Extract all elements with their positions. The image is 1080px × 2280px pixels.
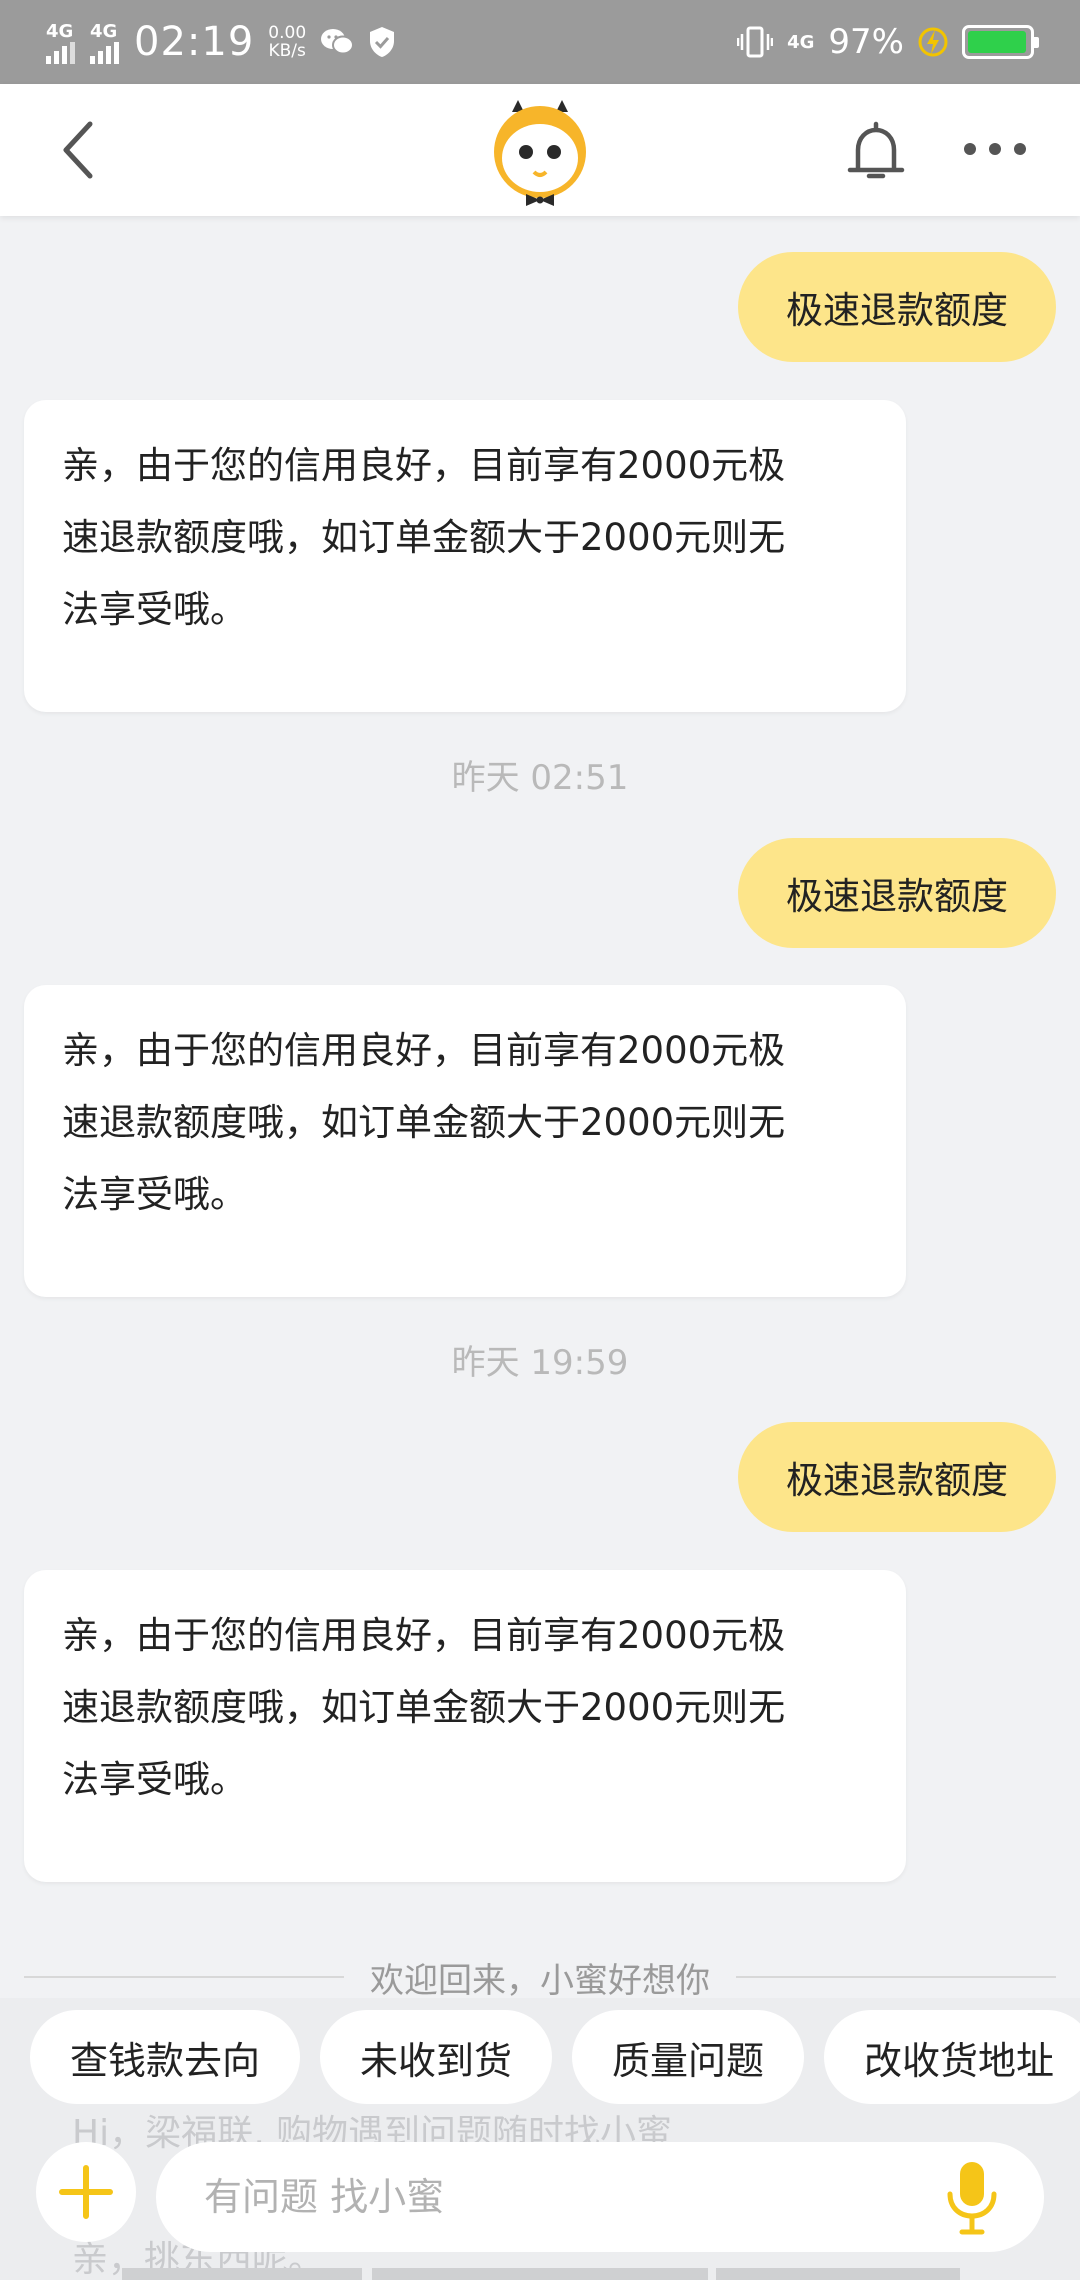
welcome-divider: 欢迎回来，小蜜好想你: [24, 1955, 1056, 2001]
quick-action-chip[interactable]: 质量问题: [572, 2010, 805, 2104]
signal-4g-1: 4G: [46, 21, 76, 64]
user-message: 极速退款额度: [738, 252, 1056, 362]
bot-message-line: 亲，由于您的信用良好，目前享有2000元极: [62, 444, 786, 487]
net-speed-unit: KB/s: [268, 41, 306, 61]
status-time: 02:19: [134, 19, 255, 65]
bottom-panel: Hi，梁福联, 购物遇到问题随时找小蜜 亲，挑东西呢。 查钱款去向 未收到货 质…: [0, 1998, 1080, 2280]
bot-message-line: 亲，由于您的信用良好，目前享有2000元极: [62, 1614, 786, 1657]
user-message: 极速退款额度: [738, 1422, 1056, 1532]
chevron-left-icon[interactable]: [52, 118, 112, 182]
status-bar-right: 4G 97%: [737, 22, 1039, 62]
quick-action-chip[interactable]: 查钱款去向: [30, 2010, 301, 2104]
quick-actions: 查钱款去向 未收到货 质量问题 改收货地址: [30, 2010, 1080, 2104]
quick-action-chip[interactable]: 改收货地址: [824, 2010, 1080, 2104]
bot-message-line: 法享受哦。: [62, 1173, 247, 1216]
divider-line: [24, 1976, 344, 1978]
vibrate-icon: [737, 26, 774, 58]
bell-icon[interactable]: [840, 116, 912, 188]
bot-message-line: 速退款额度哦，如订单金额大于2000元则无: [62, 516, 786, 559]
bot-message: 亲，由于您的信用良好，目前享有2000元极 速退款额度哦，如订单金额大于2000…: [24, 985, 906, 1297]
message-timestamp: 昨天 02:51: [451, 758, 629, 798]
battery-icon: [962, 25, 1039, 59]
net-speed-value: 0.00: [268, 23, 307, 43]
message-input-box: [156, 2142, 1044, 2252]
scroll-indicator: [716, 2268, 960, 2280]
scroll-indicator: [372, 2268, 708, 2280]
charging-icon: [918, 27, 948, 57]
net-speed: 0.00 KB/s: [268, 24, 306, 60]
bot-message-line: 法享受哦。: [62, 1758, 247, 1801]
message-timestamp: 昨天 19:59: [451, 1343, 629, 1383]
mascot-logo-icon: [494, 100, 586, 206]
scroll-indicator: [122, 2268, 362, 2280]
bot-message-line: 速退款额度哦，如订单金额大于2000元则无: [62, 1101, 786, 1144]
nav-bar: [0, 84, 1080, 216]
battery-percent: 97%: [828, 22, 904, 62]
battery-fill: [968, 31, 1027, 53]
bot-message-line: 亲，由于您的信用良好，目前享有2000元极: [62, 1029, 786, 1072]
shield-icon: [370, 27, 395, 57]
signal-bars-icon: [46, 41, 75, 64]
welcome-text: 欢迎回来，小蜜好想你: [370, 1960, 710, 2001]
divider-line: [736, 1976, 1056, 1978]
bot-message: 亲，由于您的信用良好，目前享有2000元极 速退款额度哦，如订单金额大于2000…: [24, 1570, 906, 1882]
user-message: 极速退款额度: [738, 838, 1056, 948]
wechat-icon: [321, 29, 355, 55]
plus-button[interactable]: [36, 2142, 136, 2242]
mobile-data-label: 4G: [787, 31, 815, 53]
status-bar-left: 4G 4G 02:19 0.00 KB/s: [46, 19, 396, 65]
more-dots-icon[interactable]: [960, 124, 1030, 174]
bot-message-line: 法享受哦。: [62, 588, 247, 631]
message-input[interactable]: [204, 2162, 904, 2232]
status-bar: 4G 4G 02:19 0.00 KB/s 4G 97%: [0, 0, 1080, 84]
quick-action-chip[interactable]: 未收到货: [320, 2010, 553, 2104]
plus-icon: [59, 2165, 113, 2219]
signal-4g-2: 4G: [90, 21, 120, 64]
bot-message: 亲，由于您的信用良好，目前享有2000元极 速退款额度哦，如订单金额大于2000…: [24, 400, 906, 712]
signal-label-1: 4G: [46, 20, 74, 42]
signal-bars-icon: [90, 41, 119, 64]
microphone-icon[interactable]: [942, 2160, 1002, 2236]
bot-message-line: 速退款额度哦，如订单金额大于2000元则无: [62, 1686, 786, 1729]
signal-label-2: 4G: [90, 20, 118, 42]
